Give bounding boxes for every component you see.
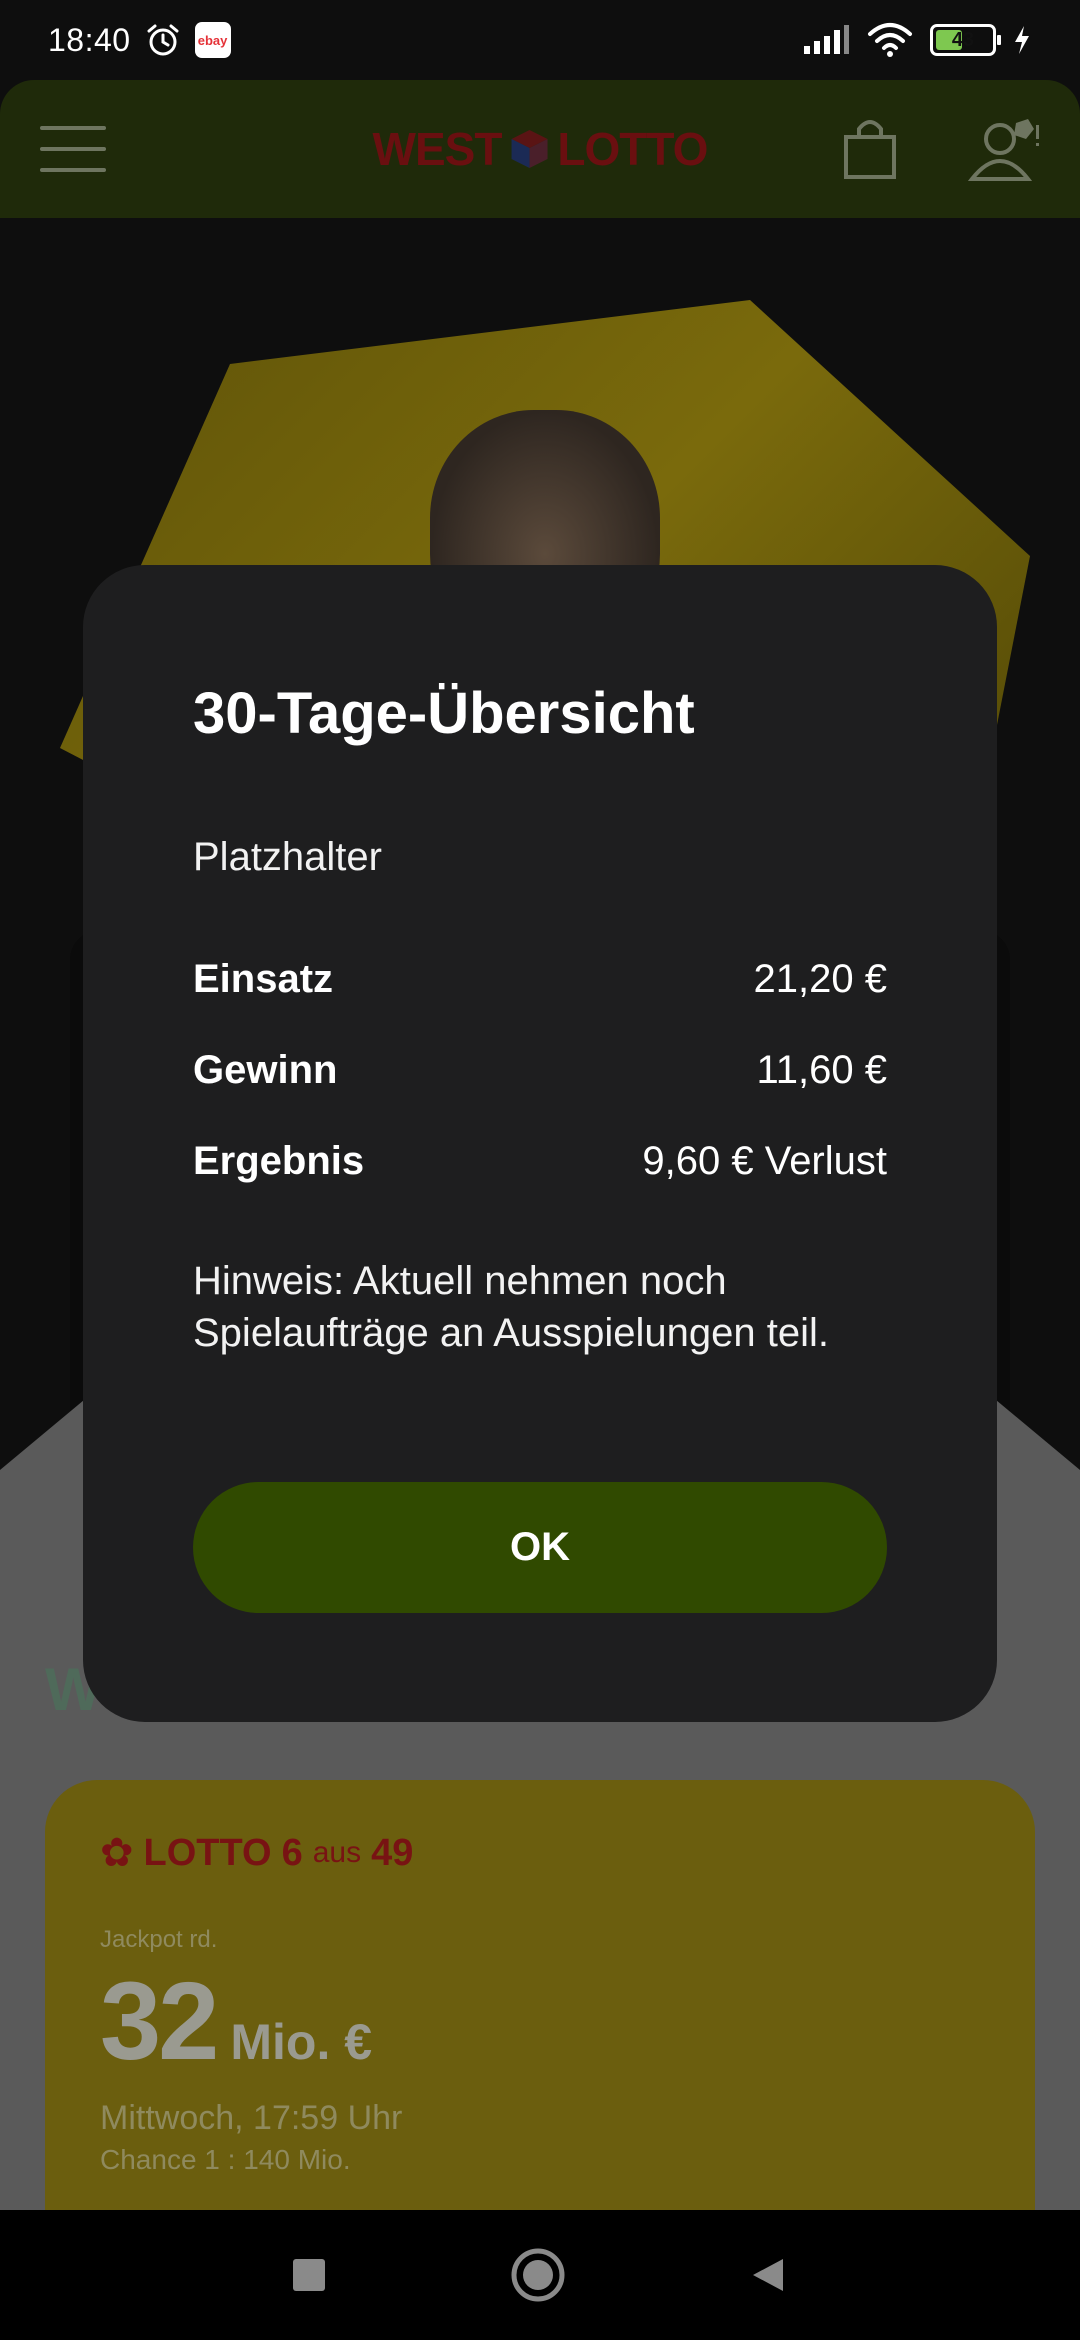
home-icon[interactable] — [510, 2247, 566, 2303]
alarm-clock-icon — [147, 24, 179, 56]
system-nav-bar — [0, 2210, 1080, 2340]
row-value: 9,60 € Verlust — [642, 1138, 887, 1183]
status-time: 18:40 — [48, 21, 131, 58]
wifi-icon — [868, 23, 912, 57]
ebay-notification-icon: ebay — [194, 22, 231, 58]
row-ergebnis: Ergebnis 9,60 € Verlust — [193, 1131, 887, 1191]
dialog-subtitle: Platzhalter — [193, 835, 382, 879]
row-einsatz: Einsatz 21,20 € — [193, 949, 887, 1009]
dialog-note: Hinweis: Aktuell nehmen noch Spielaufträ… — [193, 1259, 830, 1355]
ok-button[interactable]: OK — [193, 1482, 887, 1613]
battery-icon: 43 — [930, 24, 1001, 56]
back-icon[interactable] — [749, 2255, 789, 2295]
status-right: 43 — [802, 22, 1032, 58]
battery-level: 43 — [951, 28, 975, 51]
overview-dialog: 30-Tage-Übersicht Platzhalter Einsatz 21… — [83, 565, 997, 1722]
recent-apps-icon[interactable] — [291, 2257, 327, 2293]
row-value: 21,20 € — [753, 956, 887, 1001]
row-label: Ergebnis — [193, 1138, 365, 1183]
screen: 18:40 ebay 43 WEST LOTTO W ✿ LOTTO 6 aus… — [0, 0, 1080, 2340]
row-value: 11,60 € — [756, 1047, 888, 1092]
status-bar: 18:40 ebay 43 — [0, 0, 1080, 80]
signal-icon — [804, 25, 849, 54]
row-label: Gewinn — [193, 1047, 338, 1092]
dialog-title: 30-Tage-Übersicht — [193, 681, 695, 746]
row-gewinn: Gewinn 11,60 € — [193, 1040, 887, 1100]
ebay-label: ebay — [197, 32, 228, 48]
charging-icon — [1015, 26, 1029, 54]
row-label: Einsatz — [193, 956, 334, 1001]
